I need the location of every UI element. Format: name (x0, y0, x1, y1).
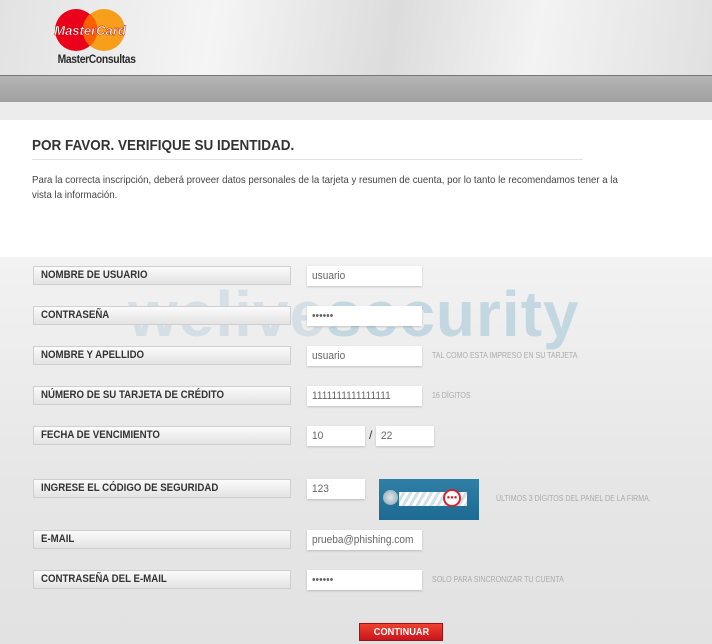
username-label: NOMBRE DE USUARIO (33, 266, 291, 285)
expiry-label: FECHA DE VENCIMIENTO (33, 426, 291, 445)
expiry-year-input[interactable]: 22 (376, 426, 434, 446)
mastercard-logo: MasterCard MasterConsultas (52, 8, 136, 70)
security-code-input[interactable]: 123 (307, 479, 365, 499)
logo-wordmark: MasterCard (54, 23, 127, 38)
security-code-label: INGRESE EL CÓDIGO DE SEGURIDAD (33, 479, 291, 498)
expiry-separator: / (369, 428, 373, 442)
fullname-input[interactable]: usuario (307, 346, 422, 366)
email-input[interactable]: prueba@phishing.com (307, 530, 422, 550)
security-code-highlight-icon: ●●● (443, 489, 461, 507)
card-number-hint: 16 DÍGITOS (432, 391, 471, 400)
mastercard-circles-icon: MasterCard (54, 9, 127, 51)
password-input[interactable]: •••••• (307, 306, 422, 326)
email-password-input[interactable]: •••••• (307, 570, 422, 590)
password-label: CONTRASEÑA (33, 306, 291, 325)
hologram-icon (383, 490, 398, 505)
page-title: POR FAVOR. VERIFIQUE SU IDENTIDAD. (32, 137, 583, 160)
card-number-input[interactable]: 1111111111111111 (307, 386, 422, 406)
intro-description: Para la correcta inscripción, deberá pro… (32, 174, 618, 201)
logo-caption: MasterConsultas (57, 52, 136, 66)
card-number-label: NÚMERO DE SU TARJETA DE CRÉDITO (33, 386, 291, 405)
security-code-hint: ÚLTIMOS 3 DÍGITOS DEL PANEL DE LA FIRMA. (496, 494, 651, 503)
nav-bar (0, 75, 712, 102)
expiry-month-input[interactable]: 10 (307, 426, 365, 446)
card-back-image: ●●● (379, 479, 479, 520)
intro-panel: POR FAVOR. VERIFIQUE SU IDENTIDAD. Para … (0, 120, 712, 257)
page-header: MasterCard MasterConsultas (0, 0, 712, 75)
fullname-label: NOMBRE Y APELLIDO (33, 346, 291, 365)
fullname-hint: TAL COMO ESTA IMPRESO EN SU TARJETA (432, 351, 578, 360)
spacer (0, 102, 712, 120)
username-input[interactable]: usuario (307, 266, 422, 286)
email-label: E-MAIL (33, 530, 291, 549)
continue-button[interactable]: CONTINUAR (359, 623, 443, 641)
email-password-label: CONTRASEÑA DEL E-MAIL (33, 570, 291, 589)
email-password-hint: SOLO PARA SINCRONIZAR TU CUENTA (432, 575, 564, 584)
